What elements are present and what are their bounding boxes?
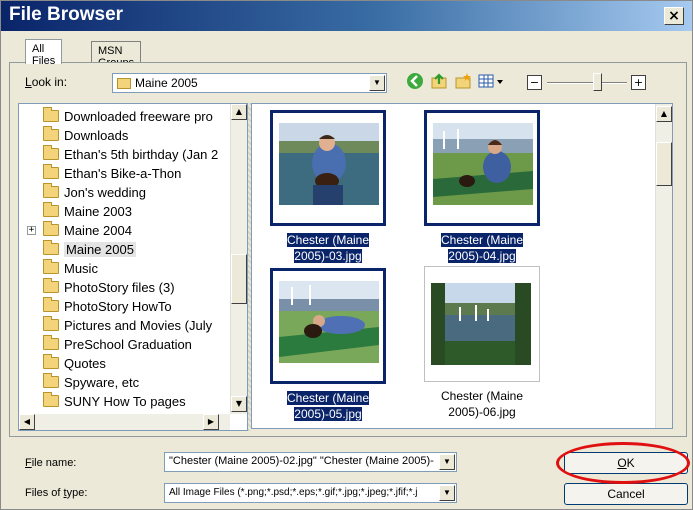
folder-icon [43, 183, 59, 198]
scroll-thumb[interactable] [656, 142, 672, 186]
close-button[interactable]: × [664, 7, 684, 25]
zoom-out-button[interactable]: − [527, 75, 542, 90]
thumbnail-item[interactable] [270, 110, 386, 226]
thumbnail-caption[interactable]: Chester (Maine 2005)-06.jpg [422, 388, 542, 420]
photo-thumbnail [433, 123, 533, 205]
tree-item[interactable]: PhotoStory HowTo [43, 297, 172, 316]
folder-icon [43, 126, 59, 141]
zoom-in-button[interactable]: + [631, 75, 646, 90]
folder-icon [43, 335, 59, 350]
window-title: File Browser [9, 4, 124, 25]
scroll-left-icon[interactable]: ◀ [19, 414, 35, 430]
tab-all-files[interactable]: All Files [25, 39, 63, 67]
chevron-down-icon[interactable]: ▼ [439, 454, 455, 470]
thumbnail-caption[interactable]: Chester (Maine 2005)-04.jpg [422, 232, 542, 264]
tree-item[interactable]: SUNY How To pages [43, 392, 186, 411]
thumbnail-caption[interactable]: Chester (Maine 2005)-03.jpg [268, 232, 388, 264]
folder-icon [43, 316, 59, 331]
thumbnail-item[interactable] [424, 266, 540, 382]
file-name-label: File name: [25, 457, 77, 469]
folder-icon [43, 202, 59, 217]
photo-thumbnail [279, 123, 379, 205]
expand-icon[interactable]: + [27, 226, 36, 235]
folder-icon [43, 278, 59, 293]
file-type-value: All Image Files (*.png;*.psd;*.eps;*.gif… [169, 487, 418, 498]
zoom-slider-thumb[interactable] [593, 73, 602, 91]
photo-thumbnail [431, 283, 531, 365]
tree-horizontal-scrollbar[interactable]: ◀ ▶ [19, 414, 230, 430]
file-name-field[interactable]: "Chester (Maine 2005)-02.jpg" "Chester (… [164, 452, 457, 472]
tree-item[interactable]: Downloaded freeware pro [43, 107, 213, 126]
file-browser-dialog: File Browser × All Files MSN Groups Look… [0, 0, 693, 510]
tree-item[interactable]: Spyware, etc [43, 373, 139, 392]
tree-item[interactable]: Music [43, 259, 98, 278]
scroll-up-icon[interactable]: ▲ [231, 104, 247, 120]
new-folder-icon[interactable] [453, 72, 473, 92]
folder-icon [43, 392, 59, 407]
cancel-button[interactable]: Cancel [564, 483, 688, 505]
thumbnail-item[interactable] [424, 110, 540, 226]
tree-item[interactable]: Downloads [43, 126, 128, 145]
folder-icon [43, 221, 59, 236]
thumbnail-pane[interactable]: Chester (Maine 2005)-03.jpg Chester (Main… [251, 103, 673, 429]
title-bar[interactable]: File Browser × [1, 1, 692, 31]
scroll-up-icon[interactable]: ▲ [656, 106, 672, 122]
folder-icon [43, 373, 59, 388]
folder-icon [43, 240, 59, 255]
scroll-down-icon[interactable]: ▼ [231, 396, 247, 412]
back-icon[interactable] [405, 72, 425, 92]
look-in-value: Maine 2005 [135, 76, 198, 90]
folder-icon [43, 107, 59, 122]
tree-item[interactable]: PreSchool Graduation [43, 335, 192, 354]
folder-icon [43, 145, 59, 160]
file-name-value: "Chester (Maine 2005)-02.jpg" "Chester (… [169, 455, 434, 467]
up-folder-icon[interactable] [429, 72, 449, 92]
thumbnail-caption[interactable]: Chester (Maine 2005)-05.jpg [268, 390, 388, 422]
look-in-label: Look in: [25, 75, 68, 89]
tree-item[interactable]: Maine 2004 [43, 221, 132, 240]
zoom-slider-track[interactable] [547, 82, 627, 84]
chevron-down-icon[interactable]: ▼ [439, 485, 455, 501]
tree-item[interactable]: Pictures and Movies (July [43, 316, 212, 335]
tree-item-selected[interactable]: Maine 2005 [43, 240, 136, 259]
look-in-dropdown[interactable]: Maine 2005 ▼ [112, 73, 387, 93]
tree-item[interactable]: PhotoStory files (3) [43, 278, 175, 297]
thumbnail-vertical-scrollbar[interactable]: ▲ [655, 104, 672, 428]
folder-icon [117, 78, 131, 89]
thumbnail-item[interactable] [270, 268, 386, 384]
folder-tree[interactable]: Downloaded freeware pro Downloads Ethan'… [18, 103, 248, 431]
tree-item[interactable]: Ethan's Bike-a-Thon [43, 164, 181, 183]
file-type-dropdown[interactable]: All Image Files (*.png;*.psd;*.eps;*.gif… [164, 483, 457, 503]
file-type-label: Files of type: [25, 487, 88, 499]
tree-item[interactable]: Jon's wedding [43, 183, 146, 202]
chevron-down-icon[interactable]: ▼ [369, 75, 385, 91]
scroll-right-icon[interactable]: ▶ [203, 414, 219, 430]
scroll-thumb[interactable] [231, 254, 247, 304]
folder-icon [43, 297, 59, 312]
folder-icon [43, 259, 59, 274]
folder-icon [43, 164, 59, 179]
tree-item[interactable]: Ethan's 5th birthday (Jan 2 [43, 145, 218, 164]
tree-item[interactable]: Quotes [43, 354, 106, 373]
photo-thumbnail [279, 281, 379, 363]
tree-item[interactable]: Maine 2003 [43, 202, 132, 221]
folder-icon [43, 354, 59, 369]
tab-msn-groups[interactable]: MSN Groups [91, 41, 142, 69]
annotation-circle [556, 442, 690, 484]
views-menu-icon[interactable] [476, 72, 506, 92]
tree-vertical-scrollbar[interactable]: ▲ ▼ [230, 104, 247, 414]
